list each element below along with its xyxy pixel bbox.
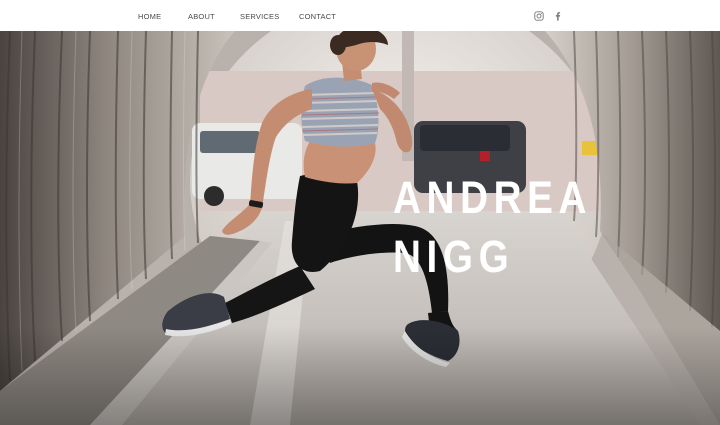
nav-link-about[interactable]: ABOUT	[188, 12, 215, 21]
facebook-icon[interactable]	[553, 11, 563, 21]
main-navigation: HOME ABOUT SERVICES CONTACT	[0, 0, 720, 31]
hero-photo	[0, 31, 720, 425]
instagram-icon[interactable]	[534, 11, 544, 21]
nav-link-home[interactable]: HOME	[138, 12, 161, 21]
nav-link-contact[interactable]: CONTACT	[299, 12, 336, 21]
site-header: HOME ABOUT SERVICES CONTACT	[0, 0, 720, 31]
hero-section: ANDREA NIGG	[0, 31, 720, 425]
hero-title-line-2: NIGG	[393, 231, 515, 282]
page: HOME ABOUT SERVICES CONTACT ANDREA NIGG	[0, 0, 720, 425]
nav-link-services[interactable]: SERVICES	[240, 12, 279, 21]
hero-title: ANDREA NIGG	[393, 168, 592, 286]
hero-title-line-1: ANDREA	[393, 172, 593, 223]
